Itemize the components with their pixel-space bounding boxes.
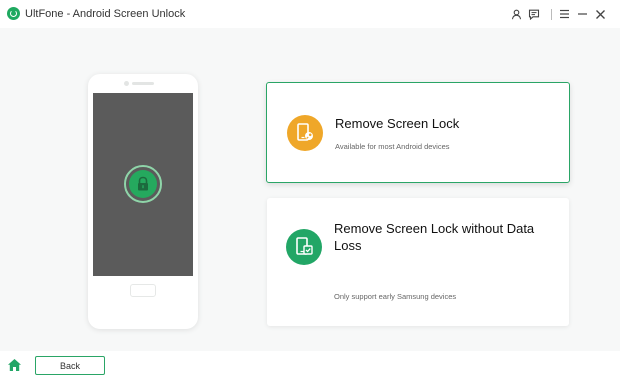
menu-icon[interactable]	[556, 6, 572, 22]
phone-speaker	[132, 82, 154, 85]
titlebar-separator	[551, 9, 552, 20]
lock-icon	[129, 170, 157, 198]
phone-camera	[124, 81, 129, 86]
close-icon[interactable]	[592, 6, 608, 22]
main-content: Remove Screen Lock Available for most An…	[0, 28, 620, 351]
phone-illustration	[88, 74, 198, 329]
option-title: Remove Screen Lock	[335, 116, 460, 131]
title-bar: UltFone - Android Screen Unlock	[0, 0, 620, 28]
phone-check-icon	[286, 229, 322, 265]
minimize-icon[interactable]	[574, 6, 590, 22]
phone-screen	[93, 93, 193, 276]
phone-key-icon	[287, 115, 323, 151]
app-title: UltFone - Android Screen Unlock	[25, 8, 186, 20]
home-icon[interactable]	[7, 358, 22, 372]
option-remove-screen-lock-without-data-loss[interactable]: Remove Screen Lock without Data Loss Onl…	[267, 198, 569, 326]
phone-home-button	[130, 284, 156, 297]
option-title: Remove Screen Lock without Data Loss	[334, 221, 535, 253]
feedback-icon[interactable]	[526, 6, 542, 22]
lock-badge	[124, 165, 162, 203]
option-description: Only support early Samsung devices	[334, 292, 457, 301]
option-description: Available for most Android devices	[335, 142, 450, 151]
user-icon[interactable]	[508, 6, 524, 22]
bottom-bar: Back	[0, 351, 620, 379]
back-button[interactable]: Back	[35, 356, 105, 375]
option-remove-screen-lock[interactable]: Remove Screen Lock Available for most An…	[266, 82, 570, 183]
app-logo-icon	[7, 7, 20, 20]
